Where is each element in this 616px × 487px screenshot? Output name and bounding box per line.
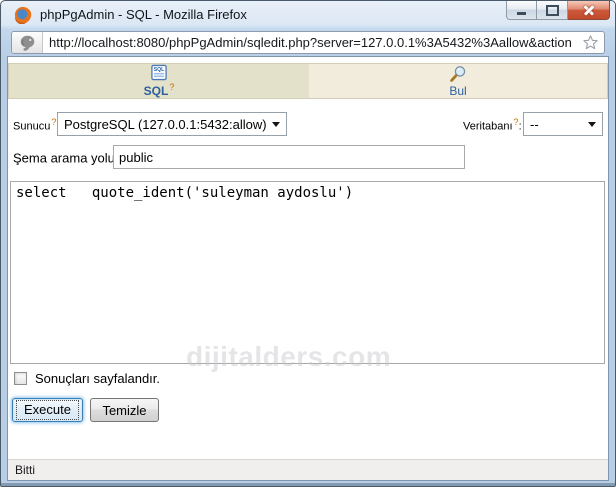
tab-sql-label: SQL? [144,82,175,98]
clear-button-label: Temizle [102,403,146,418]
browser-window: phpPgAdmin - SQL - Mozilla Firefox [0,0,616,487]
sql-query-textarea[interactable]: select quote_ident('suleyman aydoslu') [10,181,605,364]
execute-button-label: Execute [16,400,79,420]
postgresql-elephant-icon [19,34,36,51]
search-icon [449,65,467,83]
tab-find[interactable]: Bul [309,64,607,98]
database-label: Veritabanı?: [463,117,522,133]
database-select-value: -- [530,117,539,132]
paginate-label[interactable]: Sonuçları sayfalandır. [35,371,160,386]
sql-document-icon: SQL [150,64,168,81]
close-button[interactable] [568,1,610,20]
svg-text:SQL: SQL [154,67,164,73]
status-bar: Bitti [8,459,608,480]
execute-button[interactable]: Execute [12,398,83,422]
paginate-checkbox[interactable] [14,372,27,385]
firefox-icon [14,6,32,24]
server-select[interactable]: PostgreSQL (127.0.0.1:5432:allow) [57,112,287,136]
minimize-icon [517,12,526,15]
minimize-button[interactable] [506,1,537,20]
page-content: SQL SQL? Bul Sunucu?: [7,56,609,481]
close-icon [583,4,595,16]
chevron-down-icon [272,122,280,127]
chevron-down-icon [588,122,596,127]
phppgadmin-page: SQL SQL? Bul Sunucu?: [8,57,608,459]
tab-find-label: Bul [449,84,466,98]
tab-bar: SQL SQL? Bul [8,63,608,99]
database-select[interactable]: -- [523,112,603,136]
status-text: Bitti [15,463,35,477]
window-title: phpPgAdmin - SQL - Mozilla Firefox [40,1,247,28]
clear-button[interactable]: Temizle [90,398,159,422]
maximize-icon [546,5,559,16]
schema-path-input[interactable] [113,145,465,169]
schema-path-label: Şema arama yolu?: [13,149,125,165]
paginate-row: Sonuçları sayfalandır. [14,371,160,386]
bookmark-button[interactable] [577,32,604,53]
server-select-value: PostgreSQL (127.0.0.1:5432:allow) [64,117,267,132]
star-icon [582,34,599,51]
server-label: Sunucu?: [13,117,59,133]
url-input[interactable] [43,32,577,53]
help-mark[interactable]: ? [169,82,174,92]
site-identity-button[interactable] [12,32,43,53]
tab-sql[interactable]: SQL SQL? [9,64,309,98]
title-bar[interactable]: phpPgAdmin - SQL - Mozilla Firefox [1,1,615,28]
window-controls [506,1,610,20]
maximize-button[interactable] [537,1,568,20]
url-bar [11,31,605,54]
